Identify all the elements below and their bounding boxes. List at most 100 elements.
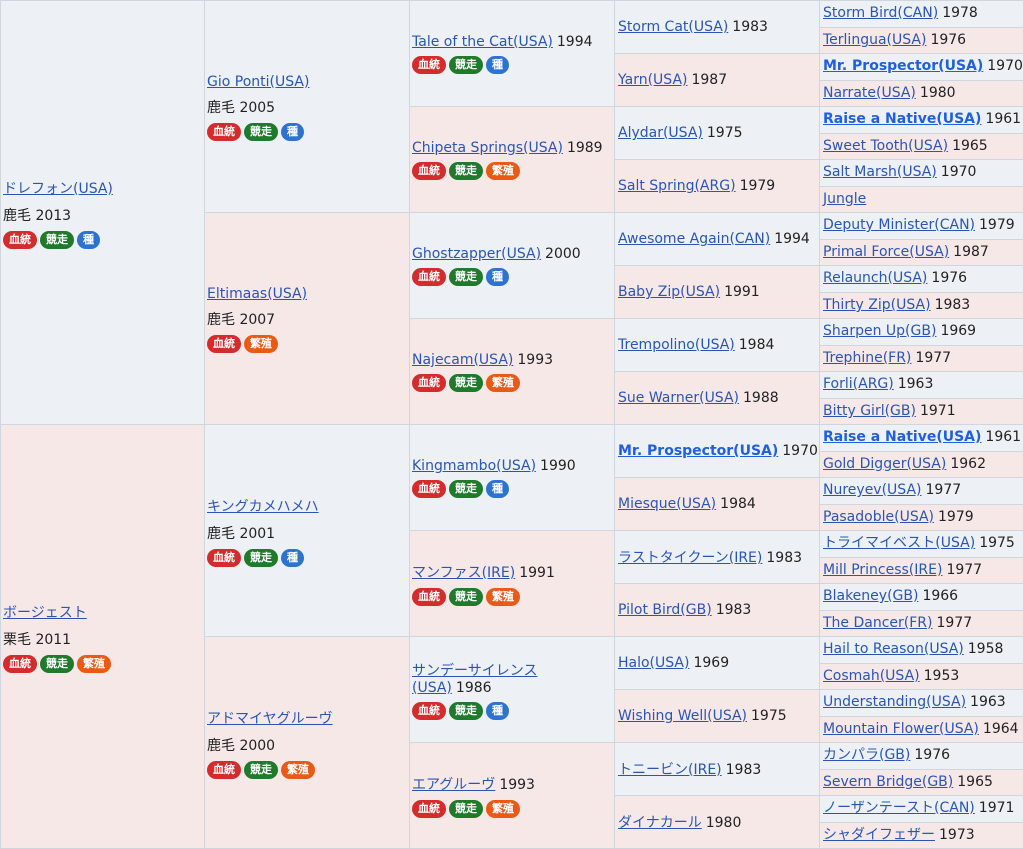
badge-blood[interactable]: 血統 [207,335,241,353]
badge-blood[interactable]: 血統 [207,549,241,567]
badge-breed[interactable]: 繁殖 [281,761,315,779]
badge-blood[interactable]: 血統 [412,268,446,286]
horse-name-link[interactable]: Awesome Again(CAN) [618,231,770,247]
badge-sire[interactable]: 種 [486,268,509,286]
badge-blood[interactable]: 血統 [412,374,446,392]
badge-blood[interactable]: 血統 [412,56,446,74]
badge-race[interactable]: 競走 [449,162,483,180]
horse-name-link[interactable]: Bitty Girl(GB) [823,403,916,419]
badge-blood[interactable]: 血統 [207,761,241,779]
horse-name-link[interactable]: Raise a Native(USA) [823,111,981,127]
badge-blood[interactable]: 血統 [3,655,37,673]
horse-name-link[interactable]: Halo(USA) [618,655,689,671]
horse-name-link[interactable]: Narrate(USA) [823,85,916,101]
badge-blood[interactable]: 血統 [412,480,446,498]
horse-name-link[interactable]: Tale of the Cat(USA) [412,34,553,50]
horse-name-link[interactable]: Hail to Reason(USA) [823,641,964,657]
horse-name-link[interactable]: Najecam(USA) [412,352,513,368]
horse-name-link[interactable]: アドマイヤグルーヴ [207,711,333,727]
horse-name-link[interactable]: Understanding(USA) [823,694,966,710]
badge-race[interactable]: 競走 [449,480,483,498]
horse-name-link[interactable]: トライマイベスト(USA) [823,535,975,551]
horse-name-link[interactable]: Wishing Well(USA) [618,708,747,724]
horse-name-link[interactable]: Thirty Zip(USA) [823,297,931,313]
badge-race[interactable]: 競走 [40,231,74,249]
horse-name-link[interactable]: Terlingua(USA) [823,32,926,48]
badge-blood[interactable]: 血統 [3,231,37,249]
horse-name-link[interactable]: Nureyev(USA) [823,482,922,498]
badge-race[interactable]: 競走 [449,374,483,392]
horse-name-link[interactable]: Miesque(USA) [618,496,716,512]
horse-name-link[interactable]: Forli(ARG) [823,376,894,392]
badge-race[interactable]: 競走 [449,56,483,74]
badge-sire[interactable]: 種 [486,480,509,498]
horse-name-link[interactable]: Trempolino(USA) [618,337,735,353]
horse-name-link[interactable]: Gio Ponti(USA) [207,74,309,90]
horse-name-link[interactable]: Pilot Bird(GB) [618,602,712,618]
horse-name-link[interactable]: Mill Princess(IRE) [823,562,942,578]
horse-name-link[interactable]: Blakeney(GB) [823,588,918,604]
badge-breed[interactable]: 繁殖 [486,588,520,606]
horse-name-link[interactable]: Eltimaas(USA) [207,286,307,302]
badge-race[interactable]: 競走 [449,702,483,720]
horse-name-link[interactable]: Sweet Tooth(USA) [823,138,948,154]
horse-name-link[interactable]: Cosmah(USA) [823,668,920,684]
badge-sire[interactable]: 種 [77,231,100,249]
horse-name-link[interactable]: カンパラ(GB) [823,747,910,763]
badge-race[interactable]: 競走 [449,800,483,818]
badge-blood[interactable]: 血統 [412,800,446,818]
badge-race[interactable]: 競走 [244,123,278,141]
horse-name-link[interactable]: トニービン(IRE) [618,762,722,778]
horse-name-link[interactable]: Salt Spring(ARG) [618,178,736,194]
horse-name-link[interactable]: Mr. Prospector(USA) [618,443,778,459]
badge-breed[interactable]: 繁殖 [486,800,520,818]
horse-name-link[interactable]: ボージェスト [3,605,87,621]
horse-name-link[interactable]: ドレフォン(USA) [3,181,113,197]
horse-name-link[interactable]: ノーザンテースト(CAN) [823,800,975,816]
badge-breed[interactable]: 繁殖 [77,655,111,673]
badge-breed[interactable]: 繁殖 [486,374,520,392]
badge-blood[interactable]: 血統 [207,123,241,141]
horse-name-link[interactable]: マンファス(IRE) [412,565,515,581]
horse-name-link[interactable]: Storm Bird(CAN) [823,5,938,21]
horse-name-link[interactable]: エアグルーヴ [412,777,495,793]
horse-name-link[interactable]: Chipeta Springs(USA) [412,140,563,156]
horse-name-link[interactable]: Baby Zip(USA) [618,284,720,300]
horse-name-link[interactable]: Mr. Prospector(USA) [823,58,983,74]
horse-name-link[interactable]: Primal Force(USA) [823,244,949,260]
badge-blood[interactable]: 血統 [412,702,446,720]
horse-name-link[interactable]: ラストタイクーン(IRE) [618,550,762,566]
horse-name-link[interactable]: キングカメハメハ [207,499,319,515]
horse-name-link[interactable]: Ghostzapper(USA) [412,246,541,262]
horse-name-link[interactable]: Relaunch(USA) [823,270,927,286]
horse-name-link[interactable]: Alydar(USA) [618,125,703,141]
horse-name-link[interactable]: Mountain Flower(USA) [823,721,979,737]
badge-race[interactable]: 競走 [449,268,483,286]
badge-race[interactable]: 競走 [449,588,483,606]
badge-race[interactable]: 競走 [40,655,74,673]
badge-race[interactable]: 競走 [244,549,278,567]
horse-name-link[interactable]: Yarn(USA) [618,72,687,88]
horse-name-link[interactable]: シャダイフェザー [823,827,935,843]
badge-sire[interactable]: 種 [486,702,509,720]
horse-name-link[interactable]: Storm Cat(USA) [618,19,728,35]
badge-breed[interactable]: 繁殖 [486,162,520,180]
horse-name-link[interactable]: Sue Warner(USA) [618,390,739,406]
badge-breed[interactable]: 繁殖 [244,335,278,353]
horse-name-link[interactable]: Severn Bridge(GB) [823,774,953,790]
badge-sire[interactable]: 種 [281,123,304,141]
horse-name-link[interactable]: ダイナカール [618,815,702,831]
badge-sire[interactable]: 種 [281,549,304,567]
horse-name-link[interactable]: Gold Digger(USA) [823,456,946,472]
horse-name-link[interactable]: Sharpen Up(GB) [823,323,936,339]
badge-race[interactable]: 競走 [244,761,278,779]
badge-blood[interactable]: 血統 [412,162,446,180]
horse-name-link[interactable]: The Dancer(FR) [823,615,933,631]
horse-name-link[interactable]: Kingmambo(USA) [412,458,536,474]
badge-sire[interactable]: 種 [486,56,509,74]
horse-name-link[interactable]: Trephine(FR) [823,350,911,366]
horse-name-link[interactable]: Salt Marsh(USA) [823,164,937,180]
horse-name-link[interactable]: Deputy Minister(CAN) [823,217,975,233]
horse-name-link[interactable]: Pasadoble(USA) [823,509,934,525]
horse-name-link[interactable]: Raise a Native(USA) [823,429,981,445]
